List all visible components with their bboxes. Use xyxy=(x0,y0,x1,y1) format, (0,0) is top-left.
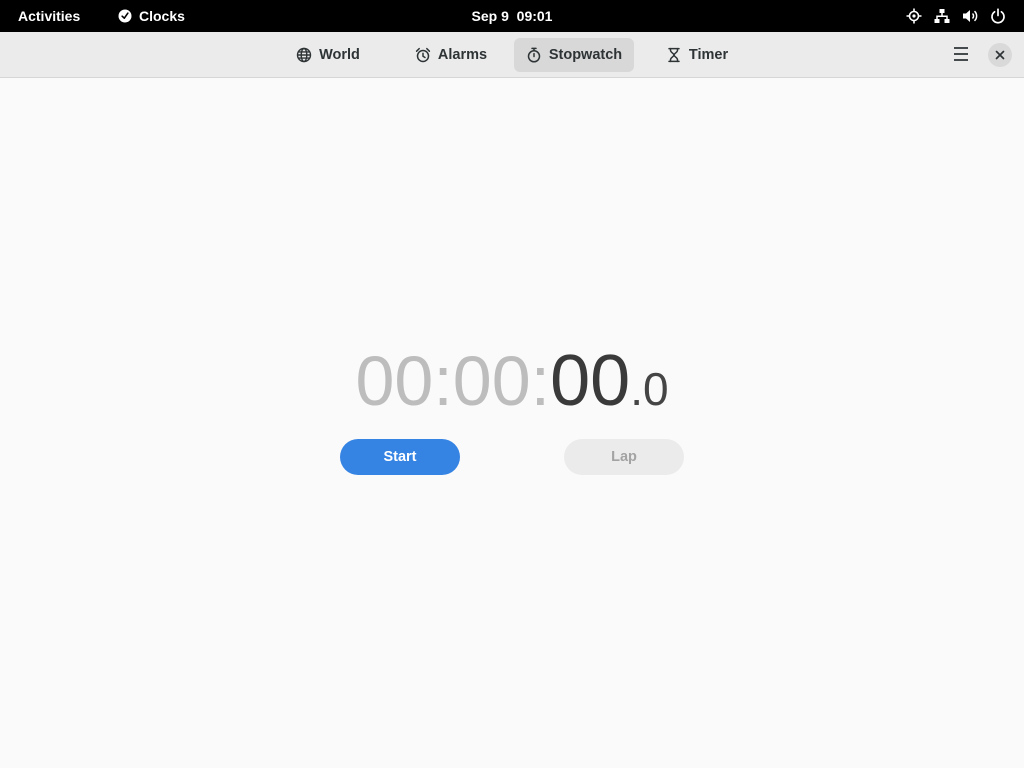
tab-timer-label: Timer xyxy=(688,47,729,63)
time-separator: : xyxy=(433,342,453,420)
app-menu[interactable]: Clocks xyxy=(112,0,191,32)
view-switcher: World Alarms Stopwatch Timer xyxy=(268,38,757,72)
volume-icon xyxy=(963,10,978,22)
time-separator: : xyxy=(530,342,551,420)
app-menu-label: Clocks xyxy=(139,8,185,24)
tab-world-label: World xyxy=(319,47,360,63)
tab-timer[interactable]: Timer xyxy=(637,38,757,72)
header-bar: World Alarms Stopwatch Timer xyxy=(0,32,1024,78)
tab-alarms-label: Alarms xyxy=(437,47,488,63)
seconds-digits: 00 xyxy=(550,341,631,421)
stopwatch-time-display: 00 : 00 : 00 . 0 xyxy=(0,345,1024,417)
alarm-icon xyxy=(415,47,431,63)
hours-digits: 00 xyxy=(355,342,434,420)
stopwatch-icon xyxy=(527,47,541,63)
globe-icon xyxy=(296,47,312,63)
main-menu-button[interactable] xyxy=(944,37,978,71)
tenths-digit: 0 xyxy=(642,363,669,415)
power-icon xyxy=(991,8,1005,24)
clocks-app-icon xyxy=(118,9,132,23)
tab-stopwatch-label: Stopwatch xyxy=(548,47,623,63)
top-bar: Activities Clocks Sep 9 09:01 xyxy=(0,0,1024,32)
system-status-menu[interactable] xyxy=(906,8,1006,24)
hamburger-menu-icon xyxy=(954,47,968,61)
minutes-digits: 00 xyxy=(452,342,531,420)
activities-button[interactable]: Activities xyxy=(10,0,88,32)
lap-button[interactable]: Lap xyxy=(564,439,684,475)
decimal-separator: . xyxy=(630,363,643,415)
tab-alarms[interactable]: Alarms xyxy=(391,38,511,72)
location-icon xyxy=(906,8,922,24)
start-button[interactable]: Start xyxy=(340,439,460,475)
close-icon xyxy=(995,50,1005,60)
clock-datetime[interactable]: Sep 9 09:01 xyxy=(466,0,559,32)
close-window-button[interactable] xyxy=(988,43,1012,67)
tab-stopwatch[interactable]: Stopwatch xyxy=(514,38,634,72)
network-icon xyxy=(934,9,950,23)
hourglass-icon xyxy=(668,47,680,63)
tab-world[interactable]: World xyxy=(268,38,388,72)
